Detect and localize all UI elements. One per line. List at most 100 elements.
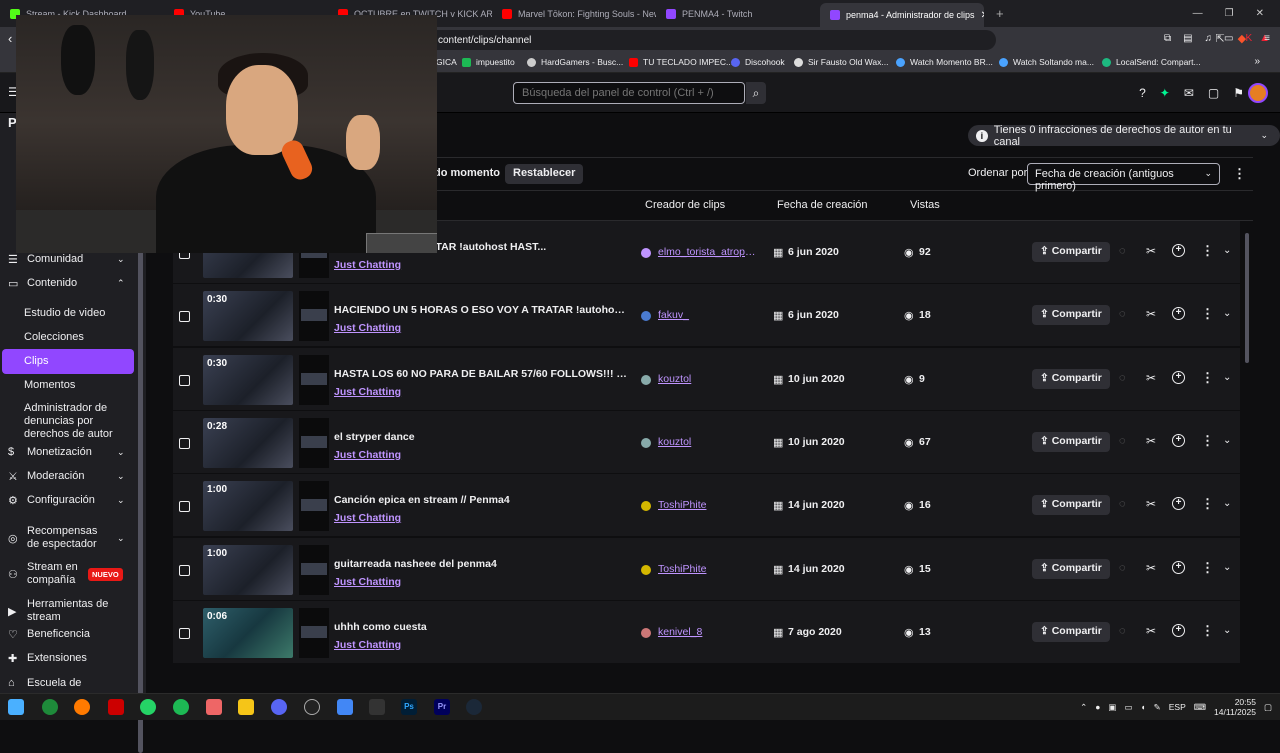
clip-title[interactable]: el stryper dance [334, 431, 629, 443]
minimize-icon[interactable]: — [1193, 8, 1203, 19]
sidebar-sub-collections[interactable]: Colecciones [24, 331, 134, 344]
add-to-collection-icon[interactable]: + [1172, 370, 1185, 384]
bookmark[interactable]: Sir Fausto Old Wax... [794, 57, 888, 67]
bookmark[interactable]: HardGamers - Busc... [527, 57, 623, 67]
add-to-collection-icon[interactable]: + [1172, 497, 1185, 511]
more-options-icon[interactable]: ⋮ [1201, 243, 1214, 259]
clip-title[interactable]: Canción epica en stream // Penma4 [334, 494, 629, 506]
clip-creator-link[interactable]: kouztol [658, 373, 758, 385]
sidebar-scrollbar[interactable] [138, 233, 143, 753]
clip-creator-link[interactable]: elmo_torista_atrope... [658, 246, 758, 258]
main-scrollbar[interactable] [1245, 233, 1249, 363]
language-indicator[interactable]: ESP [1169, 702, 1186, 712]
clip-category-link[interactable]: Just Chatting [334, 449, 401, 461]
menu-icon[interactable]: ≡ [1264, 33, 1270, 44]
copyright-strikes-button[interactable]: i Tienes 0 infracciones de derechos de au… [968, 124, 1280, 148]
more-options-icon[interactable]: ⋮ [1201, 306, 1214, 322]
bits-icon[interactable]: ✦ [1160, 86, 1170, 100]
more-bookmarks-icon[interactable]: » [1254, 56, 1260, 67]
more-options-icon[interactable]: ⋮ [1233, 166, 1246, 182]
whatsapp-icon[interactable] [140, 699, 156, 715]
new-tab-button[interactable]: + [984, 6, 1004, 21]
chevron-down-icon[interactable]: ⌄ [1223, 562, 1231, 573]
clip-category-link[interactable]: Just Chatting [334, 512, 401, 524]
chevron-down-icon[interactable]: ⌄ [1223, 245, 1231, 256]
sidebar-item-stream-tools[interactable]: ▶ Herramientas de stream [0, 597, 140, 625]
browser-tab[interactable]: Marvel Tōkon: Fighting Souls - New ( [492, 0, 656, 27]
clip-title[interactable]: HASTA LOS 60 NO PARA DE BAILAR 57/60 FOL… [334, 368, 629, 380]
more-options-icon[interactable]: ⋮ [1201, 433, 1214, 449]
add-to-collection-icon[interactable]: + [1172, 623, 1185, 637]
user-avatar[interactable] [1248, 83, 1268, 103]
sidebar-sub-video-studio[interactable]: Estudio de video [24, 307, 134, 320]
folder-icon[interactable] [238, 699, 254, 715]
clip-creator-link[interactable]: ToshiPhite [658, 499, 758, 511]
premiere-icon[interactable]: Pr [434, 699, 450, 715]
spotify-icon[interactable] [173, 699, 189, 715]
bookmark[interactable]: GICA [436, 57, 457, 67]
whispers-icon[interactable]: ▢ [1208, 86, 1219, 100]
scissors-icon[interactable]: ✂ [1146, 307, 1156, 321]
bookmark[interactable]: TU TECLADO IMPEC... [629, 57, 733, 67]
clip-category-link[interactable]: Just Chatting [334, 639, 401, 651]
clip-category-link[interactable]: Just Chatting [334, 322, 401, 334]
clip-thumbnail[interactable]: 0:30 [203, 291, 293, 342]
scissors-icon[interactable]: ✂ [1146, 561, 1156, 575]
scissors-icon[interactable]: ✂ [1146, 371, 1156, 385]
chevron-up-icon[interactable]: ⌃ [1080, 702, 1087, 713]
column-header-creator[interactable]: Creador de clips [645, 199, 725, 211]
notifications-icon[interactable]: ⚑ [1233, 86, 1244, 100]
reset-button[interactable]: Restablecer [505, 164, 584, 184]
sort-select[interactable]: Fecha de creación (antiguos primero) ⌄ [1027, 163, 1220, 192]
help-icon[interactable]: ? [1139, 86, 1146, 100]
add-to-collection-icon[interactable]: + [1172, 433, 1185, 447]
k-extension-icon[interactable]: K [1245, 33, 1252, 44]
column-header-views[interactable]: Vistas [910, 199, 940, 211]
wallet-icon[interactable]: ▭ [1224, 33, 1233, 44]
keyboard-icon[interactable]: ⌨ [1194, 702, 1206, 713]
pen-icon[interactable]: ✎ [1154, 702, 1161, 713]
mic-icon[interactable]: ● [1095, 702, 1100, 712]
clip-creator-link[interactable]: kouztol [658, 436, 758, 448]
notification-center-icon[interactable]: ▢ [1264, 702, 1272, 713]
add-to-collection-icon[interactable]: + [1172, 244, 1185, 257]
clip-category-link[interactable]: Just Chatting [334, 259, 401, 271]
clip-category-link[interactable]: Just Chatting [334, 576, 401, 588]
share-button[interactable]: ⇪ Compartir [1032, 368, 1110, 389]
clip-title[interactable]: HACIENDO UN 5 HORAS O ESO VOY A TRATAR !… [334, 304, 629, 316]
select-checkbox[interactable] [179, 627, 190, 639]
share-button[interactable]: ⇪ Compartir [1032, 558, 1110, 579]
scissors-icon[interactable]: ✂ [1146, 434, 1156, 448]
sidebar-item-guest-star[interactable]: ⚇ Stream en compañía NUEVO [0, 560, 140, 588]
app-icon[interactable] [337, 699, 353, 715]
more-options-icon[interactable]: ⋮ [1201, 370, 1214, 386]
select-checkbox[interactable] [179, 311, 190, 323]
more-options-icon[interactable]: ⋮ [1201, 496, 1214, 512]
search-icon[interactable]: ⌕ [746, 82, 766, 104]
bookmark[interactable]: Watch Momento BR... [896, 57, 993, 67]
clip-thumbnail[interactable]: 1:00 [203, 544, 293, 595]
scissors-icon[interactable]: ✂ [1146, 244, 1156, 258]
sidebar-sub-moments[interactable]: Momentos [24, 379, 134, 392]
share-button[interactable]: ⇪ Compartir [1032, 305, 1110, 326]
clip-thumbnail[interactable]: 1:00 [203, 481, 293, 532]
clip-creator-link[interactable]: kenivel_8 [658, 626, 758, 638]
share-button[interactable]: ⇪ Compartir [1032, 495, 1110, 516]
select-checkbox[interactable] [179, 564, 190, 576]
clip-title[interactable]: uhhh como cuesta [334, 621, 629, 633]
sidebar-item-viewer-rewards[interactable]: ◎ Recompensas de espectador ⌄ [0, 524, 140, 552]
more-options-icon[interactable]: ⋮ [1201, 623, 1214, 639]
close-window-icon[interactable]: ✕ [1256, 8, 1264, 19]
filter-moment-button[interactable]: do momento [426, 164, 508, 184]
sidebar-sub-clips[interactable]: Clips [2, 349, 134, 374]
column-header-date[interactable]: Fecha de creación [777, 199, 868, 211]
app-icon[interactable] [206, 699, 222, 715]
steam-icon[interactable] [466, 699, 482, 715]
more-options-icon[interactable]: ⋮ [1201, 560, 1214, 576]
scissors-icon[interactable]: ✂ [1146, 624, 1156, 638]
back-icon[interactable]: ‹ [8, 31, 12, 46]
obs-icon[interactable] [304, 699, 320, 715]
clip-thumbnail[interactable]: 0:28 [203, 417, 293, 468]
url-field[interactable]: content/clips/channel [426, 30, 996, 50]
chevron-down-icon[interactable]: ⌄ [1223, 308, 1231, 319]
